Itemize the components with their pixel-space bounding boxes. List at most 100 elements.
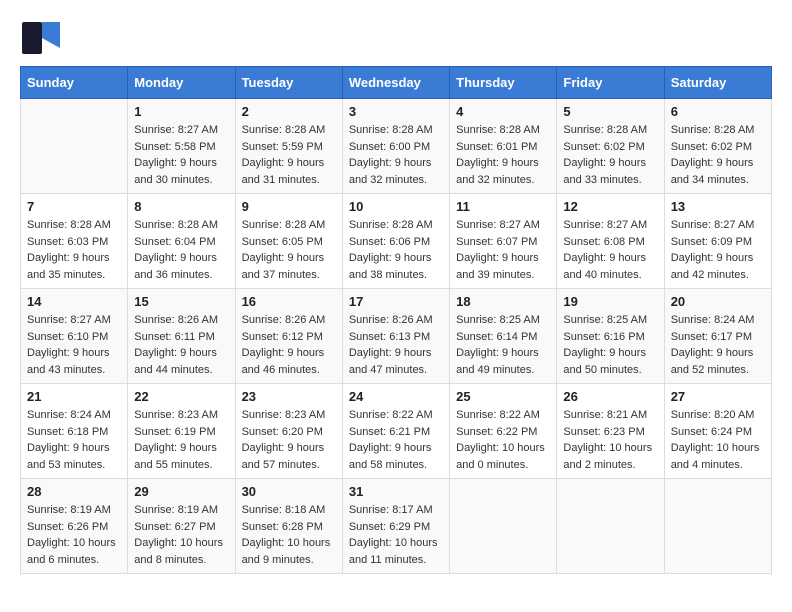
day-number: 22 bbox=[134, 389, 228, 404]
day-number: 2 bbox=[242, 104, 336, 119]
day-info: Sunrise: 8:18 AM Sunset: 6:28 PM Dayligh… bbox=[242, 502, 336, 568]
day-info: Sunrise: 8:28 AM Sunset: 6:05 PM Dayligh… bbox=[242, 217, 336, 283]
calendar-cell: 22 Sunrise: 8:23 AM Sunset: 6:19 PM Dayli… bbox=[128, 384, 235, 479]
day-info: Sunrise: 8:24 AM Sunset: 6:17 PM Dayligh… bbox=[671, 312, 765, 378]
calendar-cell: 25 Sunrise: 8:22 AM Sunset: 6:22 PM Dayli… bbox=[450, 384, 557, 479]
day-number: 25 bbox=[456, 389, 550, 404]
calendar-cell bbox=[21, 99, 128, 194]
calendar-cell: 27 Sunrise: 8:20 AM Sunset: 6:24 PM Dayli… bbox=[664, 384, 771, 479]
week-row-4: 21 Sunrise: 8:24 AM Sunset: 6:18 PM Dayli… bbox=[21, 384, 772, 479]
day-info: Sunrise: 8:21 AM Sunset: 6:23 PM Dayligh… bbox=[563, 407, 657, 473]
calendar-cell: 2 Sunrise: 8:28 AM Sunset: 5:59 PM Daylig… bbox=[235, 99, 342, 194]
week-row-1: 1 Sunrise: 8:27 AM Sunset: 5:58 PM Daylig… bbox=[21, 99, 772, 194]
day-number: 24 bbox=[349, 389, 443, 404]
day-number: 7 bbox=[27, 199, 121, 214]
calendar-cell: 3Sunrise: 8:28 AM Sunset: 6:00 PM Daylig… bbox=[342, 99, 449, 194]
calendar-cell: 9 Sunrise: 8:28 AM Sunset: 6:05 PM Daylig… bbox=[235, 194, 342, 289]
day-info: Sunrise: 8:19 AM Sunset: 6:26 PM Dayligh… bbox=[27, 502, 121, 568]
day-info: Sunrise: 8:27 AM Sunset: 6:08 PM Dayligh… bbox=[563, 217, 657, 283]
day-info: Sunrise: 8:24 AM Sunset: 6:18 PM Dayligh… bbox=[27, 407, 121, 473]
calendar-cell: 13 Sunrise: 8:27 AM Sunset: 6:09 PM Dayli… bbox=[664, 194, 771, 289]
calendar-cell: 15Sunrise: 8:26 AM Sunset: 6:11 PM Dayli… bbox=[128, 289, 235, 384]
calendar-cell: 17 Sunrise: 8:26 AM Sunset: 6:13 PM Dayli… bbox=[342, 289, 449, 384]
day-number: 17 bbox=[349, 294, 443, 309]
calendar-cell: 7 Sunrise: 8:28 AM Sunset: 6:03 PM Daylig… bbox=[21, 194, 128, 289]
calendar-table: SundayMondayTuesdayWednesdayThursdayFrid… bbox=[20, 66, 772, 574]
day-info: Sunrise: 8:26 AM Sunset: 6:11 PM Dayligh… bbox=[134, 312, 228, 378]
week-row-3: 14 Sunrise: 8:27 AM Sunset: 6:10 PM Dayli… bbox=[21, 289, 772, 384]
day-number: 29 bbox=[134, 484, 228, 499]
day-info: Sunrise: 8:26 AM Sunset: 6:13 PM Dayligh… bbox=[349, 312, 443, 378]
day-info: Sunrise: 8:27 AM Sunset: 6:09 PM Dayligh… bbox=[671, 217, 765, 283]
calendar-cell: 19Sunrise: 8:25 AM Sunset: 6:16 PM Dayli… bbox=[557, 289, 664, 384]
logo bbox=[20, 20, 68, 56]
day-info: Sunrise: 8:28 AM Sunset: 6:01 PM Dayligh… bbox=[456, 122, 550, 188]
day-number: 9 bbox=[242, 199, 336, 214]
day-number: 27 bbox=[671, 389, 765, 404]
calendar-cell: 1 Sunrise: 8:27 AM Sunset: 5:58 PM Daylig… bbox=[128, 99, 235, 194]
day-number: 23 bbox=[242, 389, 336, 404]
day-info: Sunrise: 8:22 AM Sunset: 6:21 PM Dayligh… bbox=[349, 407, 443, 473]
column-header-monday: Monday bbox=[128, 67, 235, 99]
day-number: 26 bbox=[563, 389, 657, 404]
column-header-thursday: Thursday bbox=[450, 67, 557, 99]
day-number: 8 bbox=[134, 199, 228, 214]
day-info: Sunrise: 8:19 AM Sunset: 6:27 PM Dayligh… bbox=[134, 502, 228, 568]
calendar-cell: 23Sunrise: 8:23 AM Sunset: 6:20 PM Dayli… bbox=[235, 384, 342, 479]
day-info: Sunrise: 8:28 AM Sunset: 5:59 PM Dayligh… bbox=[242, 122, 336, 188]
day-number: 16 bbox=[242, 294, 336, 309]
day-info: Sunrise: 8:27 AM Sunset: 6:10 PM Dayligh… bbox=[27, 312, 121, 378]
calendar-cell: 30 Sunrise: 8:18 AM Sunset: 6:28 PM Dayli… bbox=[235, 479, 342, 574]
day-info: Sunrise: 8:27 AM Sunset: 5:58 PM Dayligh… bbox=[134, 122, 228, 188]
day-number: 3 bbox=[349, 104, 443, 119]
week-row-5: 28 Sunrise: 8:19 AM Sunset: 6:26 PM Dayli… bbox=[21, 479, 772, 574]
day-header-row: SundayMondayTuesdayWednesdayThursdayFrid… bbox=[21, 67, 772, 99]
day-number: 12 bbox=[563, 199, 657, 214]
day-info: Sunrise: 8:28 AM Sunset: 6:06 PM Dayligh… bbox=[349, 217, 443, 283]
day-number: 18 bbox=[456, 294, 550, 309]
day-number: 5 bbox=[563, 104, 657, 119]
calendar-cell: 18 Sunrise: 8:25 AM Sunset: 6:14 PM Dayli… bbox=[450, 289, 557, 384]
day-number: 31 bbox=[349, 484, 443, 499]
day-info: Sunrise: 8:17 AM Sunset: 6:29 PM Dayligh… bbox=[349, 502, 443, 568]
column-header-sunday: Sunday bbox=[21, 67, 128, 99]
day-info: Sunrise: 8:26 AM Sunset: 6:12 PM Dayligh… bbox=[242, 312, 336, 378]
day-number: 28 bbox=[27, 484, 121, 499]
day-number: 1 bbox=[134, 104, 228, 119]
calendar-cell: 12 Sunrise: 8:27 AM Sunset: 6:08 PM Dayli… bbox=[557, 194, 664, 289]
day-info: Sunrise: 8:25 AM Sunset: 6:16 PM Dayligh… bbox=[563, 312, 657, 378]
day-info: Sunrise: 8:20 AM Sunset: 6:24 PM Dayligh… bbox=[671, 407, 765, 473]
calendar-cell bbox=[664, 479, 771, 574]
calendar-cell bbox=[557, 479, 664, 574]
calendar-cell: 14 Sunrise: 8:27 AM Sunset: 6:10 PM Dayli… bbox=[21, 289, 128, 384]
logo-icon bbox=[20, 20, 64, 56]
calendar-cell: 24 Sunrise: 8:22 AM Sunset: 6:21 PM Dayli… bbox=[342, 384, 449, 479]
column-header-saturday: Saturday bbox=[664, 67, 771, 99]
calendar-cell: 8Sunrise: 8:28 AM Sunset: 6:04 PM Daylig… bbox=[128, 194, 235, 289]
calendar-cell bbox=[450, 479, 557, 574]
day-number: 6 bbox=[671, 104, 765, 119]
day-info: Sunrise: 8:23 AM Sunset: 6:19 PM Dayligh… bbox=[134, 407, 228, 473]
calendar-cell: 5 Sunrise: 8:28 AM Sunset: 6:02 PM Daylig… bbox=[557, 99, 664, 194]
column-header-friday: Friday bbox=[557, 67, 664, 99]
day-number: 13 bbox=[671, 199, 765, 214]
day-number: 11 bbox=[456, 199, 550, 214]
day-number: 30 bbox=[242, 484, 336, 499]
day-number: 14 bbox=[27, 294, 121, 309]
day-info: Sunrise: 8:28 AM Sunset: 6:02 PM Dayligh… bbox=[563, 122, 657, 188]
day-number: 4 bbox=[456, 104, 550, 119]
day-number: 20 bbox=[671, 294, 765, 309]
page-header bbox=[20, 20, 772, 56]
calendar-cell: 20 Sunrise: 8:24 AM Sunset: 6:17 PM Dayli… bbox=[664, 289, 771, 384]
calendar-cell: 28 Sunrise: 8:19 AM Sunset: 6:26 PM Dayli… bbox=[21, 479, 128, 574]
calendar-cell: 29 Sunrise: 8:19 AM Sunset: 6:27 PM Dayli… bbox=[128, 479, 235, 574]
day-number: 21 bbox=[27, 389, 121, 404]
day-info: Sunrise: 8:25 AM Sunset: 6:14 PM Dayligh… bbox=[456, 312, 550, 378]
day-info: Sunrise: 8:22 AM Sunset: 6:22 PM Dayligh… bbox=[456, 407, 550, 473]
calendar-cell: 16 Sunrise: 8:26 AM Sunset: 6:12 PM Dayli… bbox=[235, 289, 342, 384]
day-info: Sunrise: 8:27 AM Sunset: 6:07 PM Dayligh… bbox=[456, 217, 550, 283]
column-header-tuesday: Tuesday bbox=[235, 67, 342, 99]
day-info: Sunrise: 8:28 AM Sunset: 6:02 PM Dayligh… bbox=[671, 122, 765, 188]
day-info: Sunrise: 8:28 AM Sunset: 6:03 PM Dayligh… bbox=[27, 217, 121, 283]
calendar-cell: 4 Sunrise: 8:28 AM Sunset: 6:01 PM Daylig… bbox=[450, 99, 557, 194]
